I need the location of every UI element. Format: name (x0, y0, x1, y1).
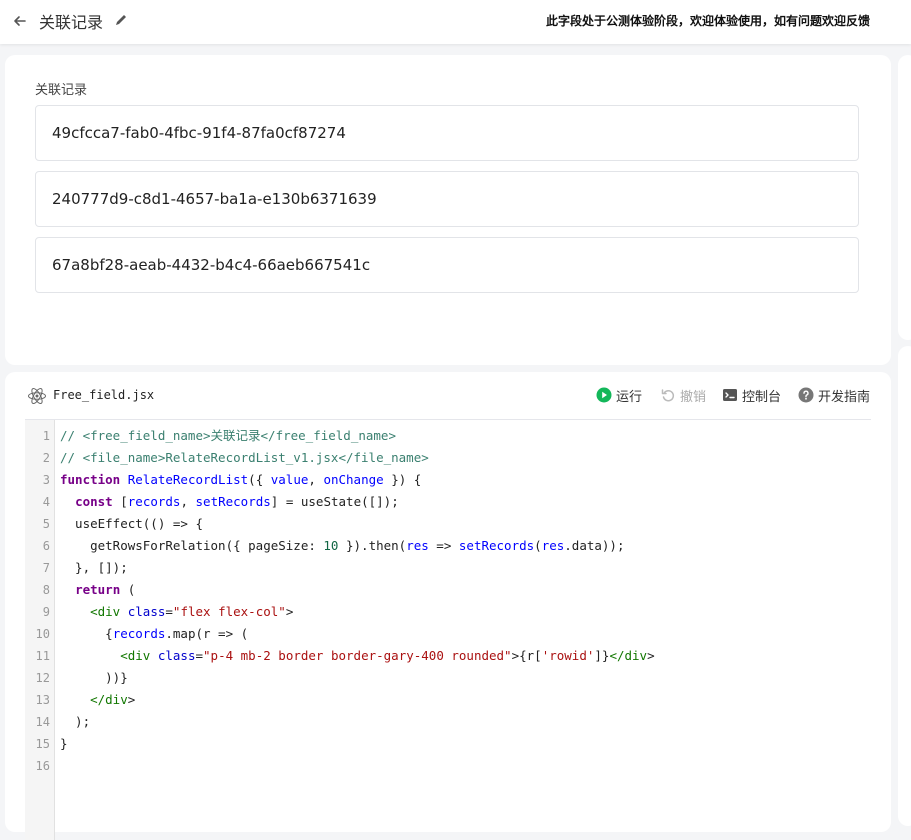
code-text: function RelateRecordList({ value, onCha… (60, 472, 422, 487)
line-number: 16 (35, 759, 50, 773)
console-button[interactable]: 控制台 (722, 385, 781, 405)
line-number: 5 (42, 517, 50, 531)
side-panel (898, 55, 911, 340)
code-line[interactable]: 2 // <file_name>RelateRecordList_v1.jsx</… (25, 447, 871, 469)
page-title: 关联记录 (39, 13, 104, 32)
undo-label: 撤销 (680, 389, 707, 405)
line-number: 14 (35, 715, 50, 729)
code-text: }, []); (60, 560, 128, 575)
code-line[interactable]: 4 const [records, setRecords] = useState… (25, 491, 871, 513)
record-item[interactable]: 240777d9-c8d1-4657-ba1a-e130b6371639 (35, 171, 859, 227)
code-line[interactable]: 10 {records.map(r => ( (25, 623, 871, 645)
code-line[interactable]: 5 useEffect(() => { (25, 513, 871, 535)
line-number: 10 (35, 627, 50, 641)
code-text: </div> (90, 692, 136, 707)
code-text: ); (60, 714, 91, 729)
code-text: getRowsForRelation({ pageSize: 10 }).the… (60, 538, 625, 553)
line-number: 8 (42, 583, 50, 597)
line-number: 6 (42, 539, 50, 553)
code-line[interactable]: 11 <div class="p-4 mb-2 border border-ga… (25, 645, 871, 667)
code-line[interactable]: 13 </div> (25, 689, 871, 711)
code-text: {records.map(r => ( (60, 626, 249, 641)
edit-pencil-icon[interactable] (113, 12, 129, 28)
code-text: // <file_name>RelateRecordList_v1.jsx</f… (60, 450, 429, 465)
code-line[interactable]: 6 getRowsForRelation({ pageSize: 10 }).t… (25, 535, 871, 557)
field-label: 关联记录 (35, 83, 88, 98)
side-panel-lower (898, 346, 911, 826)
line-number: 7 (42, 561, 50, 575)
back-arrow-icon[interactable] (10, 11, 30, 31)
code-text: const [records, setRecords] = useState([… (75, 494, 399, 509)
line-number: 4 (42, 495, 50, 509)
console-icon (723, 389, 737, 401)
code-line[interactable]: 1 // <free_field_name>关联记录</free_field_na… (25, 425, 871, 447)
line-number: 15 (35, 737, 50, 751)
undo-icon (661, 389, 675, 402)
code-line[interactable]: 9 <div class="flex flex-col"> (25, 601, 871, 623)
file-name: Free_field.jsx (53, 388, 155, 402)
play-icon (596, 387, 612, 403)
dev-guide-button[interactable]: 开发指南 (798, 385, 870, 405)
help-icon (798, 387, 814, 403)
line-number: 2 (42, 451, 50, 465)
line-number: 11 (35, 649, 50, 663)
top-bar: 关联记录 此字段处于公测体验阶段，欢迎体验使用，如有问题欢迎反馈 (0, 0, 911, 44)
line-number: 1 (42, 429, 50, 443)
beta-notice: 此字段处于公测体验阶段，欢迎体验使用，如有问题欢迎反馈 (546, 14, 871, 28)
code-text: // <free_field_name>关联记录</free_field_nam… (60, 428, 396, 443)
undo-button[interactable]: 撤销 (660, 385, 706, 405)
code-text: ))} (60, 670, 128, 685)
line-number: 12 (35, 671, 50, 685)
code-area[interactable]: 1 // <free_field_name>关联记录</free_field_na… (25, 425, 871, 777)
line-number: 13 (35, 693, 50, 707)
run-label: 运行 (616, 389, 643, 405)
run-button[interactable]: 运行 (596, 385, 642, 405)
code-line[interactable]: 3 function RelateRecordList({ value, onCh… (25, 469, 871, 491)
code-line[interactable]: 14 ); (25, 711, 871, 733)
code-line[interactable]: 16 (25, 755, 871, 777)
code-line[interactable]: 15} (25, 733, 871, 755)
line-number: 9 (42, 605, 50, 619)
line-number: 3 (42, 473, 50, 487)
code-text: <div class="flex flex-col"> (90, 604, 294, 619)
code-line[interactable]: 8 return ( (25, 579, 871, 601)
code-text: <div class="p-4 mb-2 border border-gary-… (120, 648, 655, 663)
editor-divider (25, 419, 871, 420)
code-editor-panel: Free_field.jsx 运行 撤销 控制台 开发指南 1 // <free_… (5, 372, 891, 840)
code-text: useEffect(() => { (60, 516, 203, 531)
record-item[interactable]: 49cfcca7-fab0-4fbc-91f4-87fa0cf87274 (35, 105, 859, 161)
code-text: } (60, 736, 68, 751)
dev-guide-label: 开发指南 (818, 389, 871, 405)
code-text: return ( (75, 582, 136, 597)
field-preview-panel: 关联记录 49cfcca7-fab0-4fbc-91f4-87fa0cf8727… (5, 55, 891, 365)
code-line[interactable]: 12 ))} (25, 667, 871, 689)
react-icon (27, 386, 47, 406)
console-label: 控制台 (742, 389, 782, 405)
code-line[interactable]: 7 }, []); (25, 557, 871, 579)
record-item[interactable]: 67a8bf28-aeab-4432-b4c4-66aeb667541c (35, 237, 859, 293)
